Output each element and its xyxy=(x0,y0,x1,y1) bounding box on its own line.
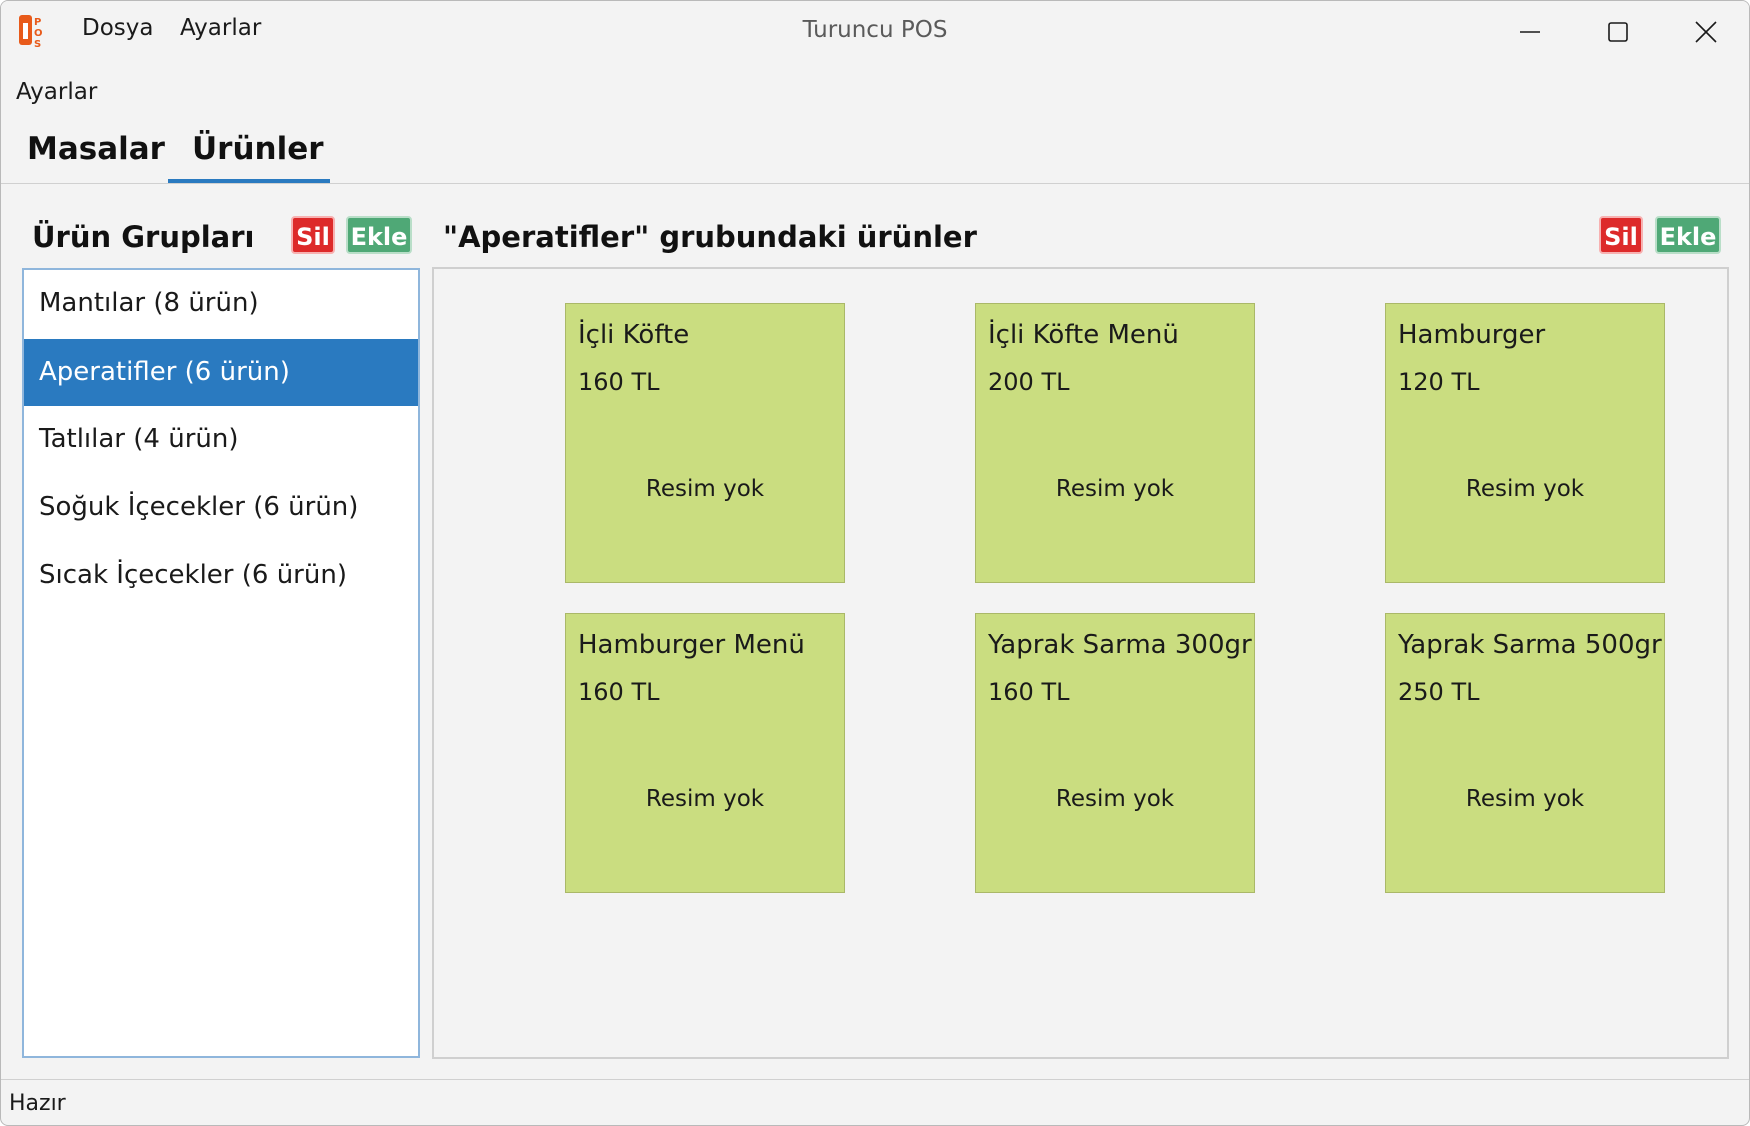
product-name: Yaprak Sarma 300gr xyxy=(988,630,1252,660)
group-item-aperatifler[interactable]: Aperatifler (6 ürün) xyxy=(24,339,418,406)
product-card[interactable]: Hamburger 120 TL Resim yok xyxy=(1385,303,1665,583)
product-image-placeholder: Resim yok xyxy=(1055,476,1175,502)
group-item-soguk-icecekler[interactable]: Soğuk İçecekler (6 ürün) xyxy=(24,474,418,541)
app-window: P O S Dosya Ayarlar Turuncu POS Ayarlar xyxy=(0,0,1750,1126)
group-item-mantilar[interactable]: Mantılar (8 ürün) xyxy=(24,270,418,337)
svg-text:P: P xyxy=(34,17,41,28)
status-text: Hazır xyxy=(9,1091,66,1116)
group-item-tatlilar[interactable]: Tatlılar (4 ürün) xyxy=(24,406,418,473)
tab-divider xyxy=(1,183,1749,184)
product-image-placeholder: Resim yok xyxy=(1465,786,1585,812)
menu-dosya[interactable]: Dosya xyxy=(82,15,153,41)
product-price: 160 TL xyxy=(578,368,660,396)
delete-group-button[interactable]: Sil xyxy=(291,216,335,254)
product-name: Hamburger Menü xyxy=(578,630,805,660)
minimize-icon xyxy=(1520,31,1540,33)
tab-urunler[interactable]: Ürünler xyxy=(192,131,324,167)
title-bar[interactable]: P O S Dosya Ayarlar Turuncu POS xyxy=(1,1,1749,63)
product-price: 160 TL xyxy=(578,678,660,706)
product-image-placeholder: Resim yok xyxy=(645,786,765,812)
product-price: 200 TL xyxy=(988,368,1070,396)
status-divider xyxy=(1,1079,1749,1080)
product-image-placeholder: Resim yok xyxy=(645,476,765,502)
delete-product-button[interactable]: Sil xyxy=(1599,216,1643,254)
ribbon-ayarlar[interactable]: Ayarlar xyxy=(16,79,97,105)
menu-ayarlar[interactable]: Ayarlar xyxy=(180,15,261,41)
product-price: 160 TL xyxy=(988,678,1070,706)
product-card[interactable]: İçli Köfte 160 TL Resim yok xyxy=(565,303,845,583)
product-price: 250 TL xyxy=(1398,678,1480,706)
add-product-button[interactable]: Ekle xyxy=(1655,216,1721,254)
product-name: İçli Köfte xyxy=(578,320,690,350)
group-list[interactable]: Mantılar (8 ürün) Aperatifler (6 ürün) T… xyxy=(22,268,420,1058)
groups-title: Ürün Grupları xyxy=(32,220,255,254)
product-card[interactable]: İçli Köfte Menü 200 TL Resim yok xyxy=(975,303,1255,583)
product-image-placeholder: Resim yok xyxy=(1055,786,1175,812)
product-card[interactable]: Yaprak Sarma 500gr 250 TL Resim yok xyxy=(1385,613,1665,893)
product-card[interactable]: Hamburger Menü 160 TL Resim yok xyxy=(565,613,845,893)
product-name: Hamburger xyxy=(1398,320,1546,350)
close-icon xyxy=(1695,21,1717,43)
product-image-placeholder: Resim yok xyxy=(1465,476,1585,502)
close-button[interactable] xyxy=(1663,1,1749,63)
maximize-button[interactable] xyxy=(1575,1,1661,63)
product-name: İçli Köfte Menü xyxy=(988,320,1179,350)
svg-text:O: O xyxy=(34,28,43,39)
product-grid: İçli Köfte 160 TL Resim yok İçli Köfte M… xyxy=(432,267,1729,1059)
add-group-button[interactable]: Ekle xyxy=(346,216,412,254)
product-card[interactable]: Yaprak Sarma 300gr 160 TL Resim yok xyxy=(975,613,1255,893)
group-item-sicak-icecekler[interactable]: Sıcak İçecekler (6 ürün) xyxy=(24,542,418,609)
turuncu-pos-logo-icon: P O S xyxy=(17,13,51,50)
minimize-button[interactable] xyxy=(1487,1,1573,63)
products-title: "Aperatifler" grubundaki ürünler xyxy=(443,220,977,254)
tab-masalar[interactable]: Masalar xyxy=(27,131,165,167)
maximize-icon xyxy=(1608,22,1628,42)
product-name: Yaprak Sarma 500gr xyxy=(1398,630,1662,660)
svg-text:S: S xyxy=(34,39,41,49)
product-price: 120 TL xyxy=(1398,368,1480,396)
